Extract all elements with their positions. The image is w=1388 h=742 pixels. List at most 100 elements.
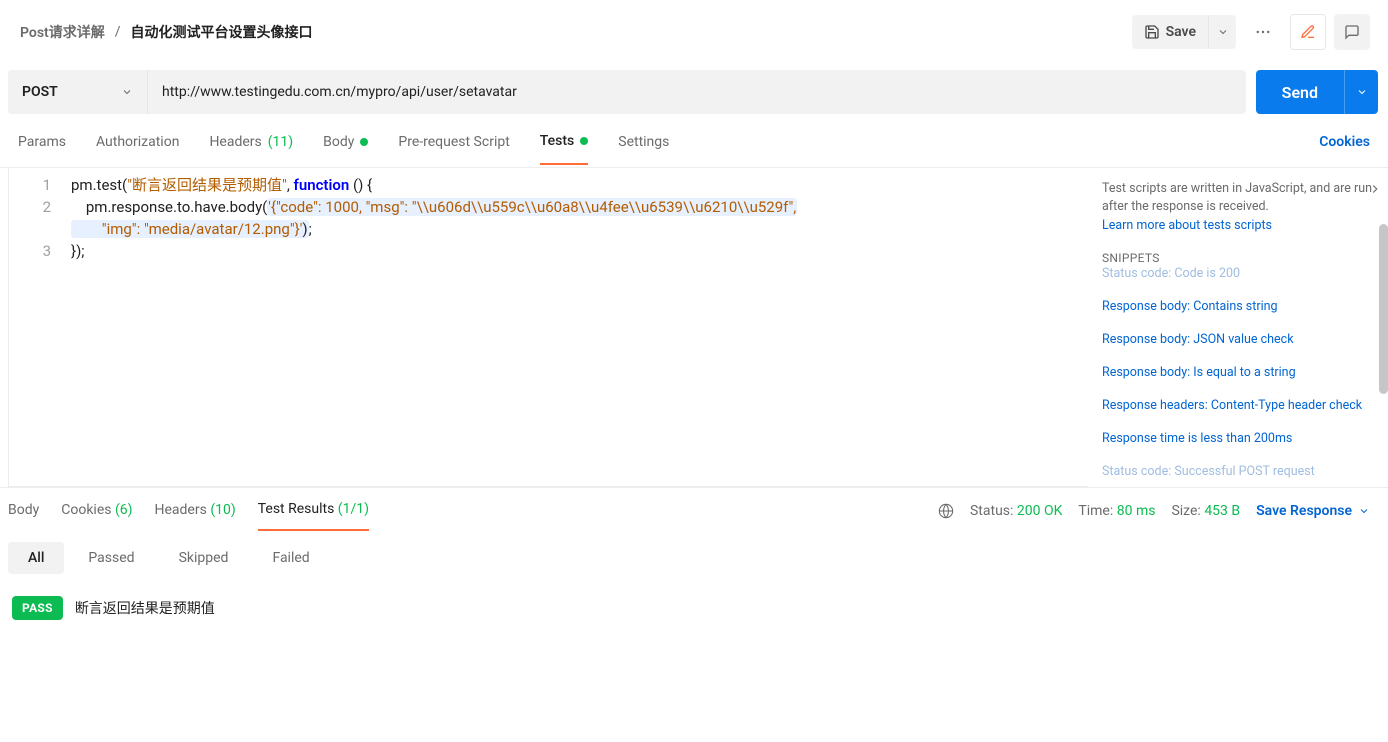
breadcrumb-parent[interactable]: Post请求详解	[20, 22, 105, 42]
response-size: Size: 453 B	[1171, 503, 1240, 519]
comment-icon	[1344, 24, 1360, 40]
test-result-name: 断言返回结果是预期值	[75, 598, 215, 618]
snippet-item[interactable]: Response body: Contains string	[1102, 290, 1374, 323]
save-response-button[interactable]: Save Response	[1256, 503, 1370, 519]
line-number: 2	[15, 196, 51, 218]
tab-settings-label: Settings	[618, 134, 669, 150]
chevron-down-icon	[1217, 26, 1229, 38]
response-meta: Status: 200 OK Time: 80 ms Size: 453 B S…	[938, 503, 1370, 529]
response-tab-label: Headers	[155, 502, 207, 518]
line-number: 3	[15, 240, 51, 262]
save-button-label: Save	[1166, 24, 1196, 40]
tab-authorization[interactable]: Authorization	[96, 134, 179, 164]
tab-headers-count: (11)	[268, 134, 293, 150]
tab-params[interactable]: Params	[18, 134, 66, 164]
breadcrumb: Post请求详解 / 自动化测试平台设置头像接口	[20, 22, 313, 42]
filter-passed[interactable]: Passed	[68, 542, 154, 574]
dot-icon	[580, 137, 588, 145]
tab-body[interactable]: Body	[323, 134, 368, 164]
time-value: 80 ms	[1117, 503, 1156, 519]
save-button[interactable]: Save	[1132, 15, 1208, 49]
snippet-item[interactable]: Response body: Is equal to a string	[1102, 356, 1374, 389]
tab-headers[interactable]: Headers (11)	[209, 134, 293, 164]
send-button[interactable]: Send	[1256, 70, 1344, 114]
http-method-value: POST	[22, 84, 58, 100]
comments-button[interactable]	[1334, 14, 1370, 50]
scrollbar-thumb[interactable]	[1379, 224, 1388, 394]
chevron-down-icon	[121, 86, 133, 98]
code-token: ,	[287, 176, 294, 194]
response-tab-test-results[interactable]: Test Results (1/1)	[258, 501, 369, 531]
more-actions-button[interactable]	[1246, 15, 1280, 49]
snippets-list: Status code: Code is 200 Response body: …	[1102, 257, 1374, 487]
snippet-item[interactable]: Response headers: Content-Type header ch…	[1102, 389, 1374, 422]
response-tab-cookies[interactable]: Cookies (6)	[61, 502, 132, 530]
http-method-select[interactable]: POST	[8, 70, 148, 114]
filter-failed[interactable]: Failed	[252, 542, 329, 574]
snippet-item[interactable]: Response body: JSON value check	[1102, 323, 1374, 356]
request-url-input[interactable]: http://www.testingedu.com.cn/mypro/api/u…	[148, 70, 1246, 114]
request-tabs: Params Authorization Headers (11) Body P…	[0, 120, 1388, 168]
response-tab-label: Body	[8, 502, 39, 518]
size-label: Size:	[1171, 503, 1200, 519]
response-tab-label: Cookies	[61, 502, 111, 518]
tab-headers-label: Headers	[209, 134, 261, 150]
cookies-link[interactable]: Cookies	[1319, 134, 1370, 164]
snippets-sidebar: Test scripts are written in JavaScript, …	[1088, 168, 1388, 487]
code-token: '{"code": 1000, "msg": "\\u606d\\u559c\\…	[268, 198, 796, 216]
tab-tests[interactable]: Tests	[540, 133, 588, 165]
breadcrumb-current: 自动化测试平台设置头像接口	[131, 22, 313, 42]
tab-params-label: Params	[18, 134, 66, 150]
editor-scrollbar[interactable]	[1378, 224, 1388, 487]
save-icon	[1144, 24, 1160, 40]
pencil-icon	[1300, 24, 1316, 40]
learn-more-link[interactable]: Learn more about tests scripts	[1102, 218, 1374, 233]
line-gutter: 1 2 3	[9, 168, 69, 486]
dot-icon	[360, 138, 368, 146]
tab-pre-request-script[interactable]: Pre-request Script	[398, 134, 509, 164]
filter-all[interactable]: All	[8, 542, 64, 574]
send-dropdown[interactable]	[1344, 70, 1378, 114]
response-tab-count: (6)	[115, 502, 133, 518]
pass-badge: PASS	[12, 596, 63, 620]
response-time: Time: 80 ms	[1078, 503, 1155, 519]
code-token: () {	[349, 176, 372, 194]
tab-prereq-label: Pre-request Script	[398, 134, 509, 150]
save-response-label: Save Response	[1256, 503, 1352, 519]
sidebar-description: Test scripts are written in JavaScript, …	[1102, 180, 1374, 216]
snippet-item[interactable]: Status code: Successful POST request	[1102, 455, 1374, 487]
response-tab-count: (10)	[210, 502, 235, 518]
tab-body-label: Body	[323, 134, 354, 150]
chevron-right-icon	[1368, 182, 1382, 196]
globe-icon[interactable]	[938, 503, 954, 519]
response-tab-headers[interactable]: Headers (10)	[155, 502, 236, 530]
code-token: pm.response.to.have.body(	[71, 198, 267, 216]
send-button-label: Send	[1282, 83, 1318, 102]
filter-skipped[interactable]: Skipped	[159, 542, 249, 574]
request-url-value: http://www.testingedu.com.cn/mypro/api/u…	[162, 84, 517, 100]
response-tab-body[interactable]: Body	[8, 502, 39, 530]
snippet-item[interactable]: Response time is less than 200ms	[1102, 422, 1374, 455]
size-value: 453 B	[1204, 503, 1240, 519]
response-status: Status: 200 OK	[970, 503, 1062, 519]
line-number: 1	[15, 174, 51, 196]
line-number-blank	[15, 218, 51, 240]
response-tab-count: (1/1)	[338, 501, 369, 517]
save-button-group: Save	[1132, 15, 1236, 49]
edit-button[interactable]	[1290, 14, 1326, 50]
tab-tests-label: Tests	[540, 133, 574, 149]
cookies-link-label: Cookies	[1319, 134, 1370, 150]
ellipsis-icon	[1254, 23, 1272, 41]
code-content[interactable]: pm.test("断言返回结果是预期值", function () { pm.r…	[69, 168, 1088, 486]
save-dropdown[interactable]	[1208, 15, 1236, 49]
tab-settings[interactable]: Settings	[618, 134, 669, 164]
code-token: "断言返回结果是预期值"	[127, 176, 287, 194]
code-token: });	[71, 242, 84, 260]
top-bar: Post请求详解 / 自动化测试平台设置头像接口 Save	[0, 0, 1388, 64]
status-label: Status:	[970, 503, 1013, 519]
tab-authorization-label: Authorization	[96, 134, 179, 150]
code-token: function	[294, 176, 350, 194]
code-editor[interactable]: 1 2 3 pm.test("断言返回结果是预期值", function () …	[8, 168, 1088, 487]
collapse-sidebar-button[interactable]	[1368, 182, 1382, 196]
response-tabs: Body Cookies (6) Headers (10) Test Resul…	[0, 488, 1388, 534]
